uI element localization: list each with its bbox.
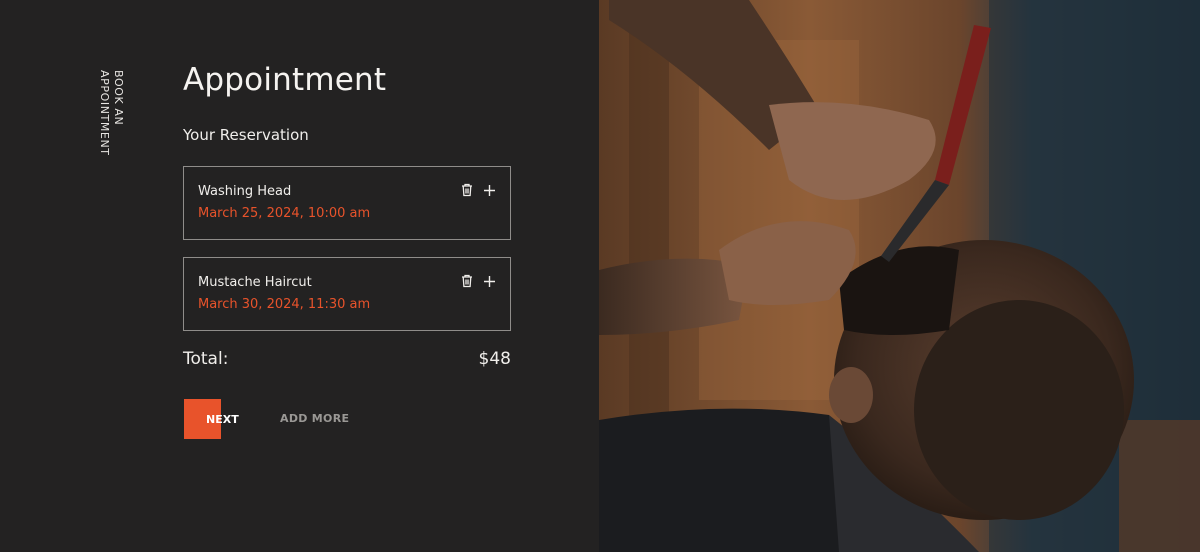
vertical-section-label: BOOK AN APPOINTMENT [98, 70, 125, 156]
reservation-subtitle: Your Reservation [183, 126, 309, 144]
hero-photo [599, 0, 1200, 552]
add-more-link[interactable]: ADD MORE [280, 412, 349, 425]
trash-icon[interactable] [460, 273, 474, 289]
reservation-datetime: March 30, 2024, 11:30 am [198, 297, 371, 312]
total-label: Total: [183, 349, 229, 369]
total-value: $48 [478, 349, 511, 369]
reservation-card: Mustache Haircut March 30, 2024, 11:30 a… [183, 257, 511, 331]
plus-icon[interactable] [482, 182, 496, 198]
barber-photo-illustration [599, 0, 1200, 552]
reservation-card: Washing Head March 25, 2024, 10:00 am [183, 166, 511, 240]
reservation-service: Washing Head [198, 184, 292, 199]
booking-panel: BOOK AN APPOINTMENT Appointment Your Res… [0, 0, 599, 552]
next-button[interactable]: NEXT [184, 399, 239, 439]
page-title: Appointment [183, 62, 387, 98]
plus-icon[interactable] [482, 273, 496, 289]
reservation-datetime: March 25, 2024, 10:00 am [198, 206, 371, 221]
reservation-service: Mustache Haircut [198, 275, 312, 290]
trash-icon[interactable] [460, 182, 474, 198]
reservation-actions [460, 273, 496, 289]
reservation-actions [460, 182, 496, 198]
